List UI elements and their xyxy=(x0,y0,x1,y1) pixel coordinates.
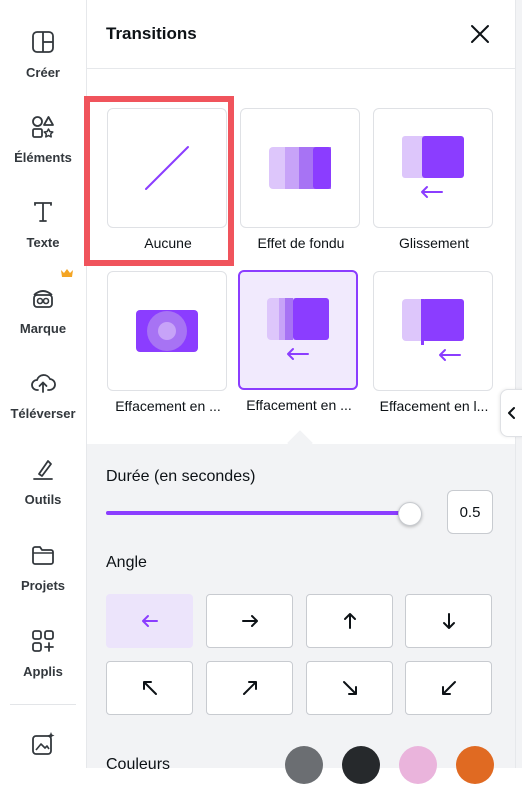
transition-tile-wipe[interactable]: Effacement en ... xyxy=(238,270,358,413)
sidebar-item-label: Téléverser xyxy=(10,406,76,421)
color-swatch[interactable] xyxy=(456,746,494,784)
transition-label: Aucune xyxy=(144,235,192,251)
color-swatch[interactable] xyxy=(342,746,380,784)
angle-down-button[interactable] xyxy=(405,594,492,648)
arrow-up-left-icon xyxy=(142,681,157,695)
sidebar-item-brand[interactable]: Marque xyxy=(0,285,86,355)
angle-down-left-button[interactable] xyxy=(405,661,492,715)
arrow-up-icon xyxy=(343,613,356,629)
sidebar-item-text[interactable]: Texte xyxy=(0,199,86,269)
sidebar-item-label: Éléments xyxy=(14,150,72,165)
transition-thumbnail xyxy=(373,271,493,391)
arrow-up-right-icon xyxy=(242,681,257,695)
angle-up-button[interactable] xyxy=(306,594,393,648)
angle-up-left-button[interactable] xyxy=(106,661,193,715)
chevron-left-icon xyxy=(508,407,515,419)
none-transition-icon xyxy=(145,146,189,190)
transitions-grid: Aucune Effet de fondu Glissement Effacem… xyxy=(84,69,515,444)
arrow-left-icon xyxy=(141,615,158,627)
angle-label: Angle xyxy=(106,554,147,571)
transition-tile-fade[interactable]: Effet de fondu xyxy=(240,108,360,251)
duration-slider-fill[interactable] xyxy=(106,511,409,515)
fade-transition-icon xyxy=(269,147,331,189)
angle-right-button[interactable] xyxy=(206,594,293,648)
color-swatch[interactable] xyxy=(285,746,323,784)
transition-thumbnail xyxy=(240,108,360,228)
sidebar-item-label: Créer xyxy=(26,65,60,80)
transition-thumbnail xyxy=(238,270,358,390)
sidebar-item-label: Projets xyxy=(20,578,66,593)
panel-header: Transitions xyxy=(87,0,515,69)
canvas-edge xyxy=(515,0,522,768)
transition-tile-line-wipe[interactable]: Effacement en l... xyxy=(373,271,493,414)
tools-icon xyxy=(33,460,53,480)
arrow-down-left-icon xyxy=(441,681,456,695)
transition-settings: Durée (en secondes) 0.5 Angle Couleurs xyxy=(87,444,515,784)
arrow-right-icon xyxy=(241,615,258,627)
sidebar-item-create[interactable]: Créer xyxy=(0,29,86,99)
sidebar-item-magic-media[interactable] xyxy=(0,731,86,801)
apps-icon xyxy=(32,630,54,652)
crown-icon xyxy=(61,269,73,277)
text-icon xyxy=(34,202,52,222)
duration-slider-thumb[interactable] xyxy=(397,502,422,526)
transition-tile-circle-wipe[interactable]: Effacement en ... xyxy=(107,271,227,414)
elements-icon xyxy=(32,116,54,138)
sidebar-item-upload[interactable]: Téléverser xyxy=(0,370,86,440)
sidebar-item-label: Applis xyxy=(23,664,63,679)
close-icon[interactable] xyxy=(467,21,493,47)
collapse-panel-button[interactable] xyxy=(500,389,522,437)
transition-label: Effacement en ... xyxy=(246,397,352,413)
slide-transition-icon xyxy=(402,136,464,198)
arrow-down-right-icon xyxy=(342,681,357,695)
sidebar-item-projects[interactable]: Projets xyxy=(0,542,86,612)
transitions-panel: Transitions Aucune Effet de fondu Glisse… xyxy=(84,0,515,784)
sidebar-divider xyxy=(10,704,76,705)
sidebar-item-elements[interactable]: Éléments xyxy=(0,114,86,184)
angle-down-right-button[interactable] xyxy=(306,661,393,715)
sidebar-item-label: Outils xyxy=(24,492,62,507)
duration-input[interactable]: 0.5 xyxy=(447,490,493,534)
angle-up-right-button[interactable] xyxy=(206,661,293,715)
angle-left-button[interactable] xyxy=(106,594,193,648)
panel-title: Transitions xyxy=(106,24,197,43)
left-sidebar: Créer Éléments Texte Marque Téléverser O… xyxy=(0,0,87,768)
transition-label: Effacement en l... xyxy=(379,398,489,414)
brand-icon xyxy=(33,290,53,308)
upload-icon xyxy=(31,374,56,393)
transition-label: Glissement xyxy=(398,235,470,251)
circle-wipe-icon xyxy=(136,310,198,352)
sidebar-item-label: Texte xyxy=(26,235,60,250)
transition-thumbnail xyxy=(107,271,227,391)
transition-tile-none[interactable]: Aucune xyxy=(107,108,227,251)
wipe-transition-icon xyxy=(267,298,329,360)
arrow-down-icon xyxy=(442,613,455,629)
transition-label: Effet de fondu xyxy=(257,235,345,251)
folder-icon xyxy=(32,546,54,565)
transition-thumbnail xyxy=(373,108,493,228)
sidebar-item-apps[interactable]: Applis xyxy=(0,628,86,698)
sidebar-item-label: Marque xyxy=(19,321,67,336)
sidebar-item-tools[interactable]: Outils xyxy=(0,456,86,526)
transition-tile-slide[interactable]: Glissement xyxy=(373,108,493,251)
create-icon xyxy=(32,31,54,53)
transition-label: Effacement en ... xyxy=(115,398,221,414)
transition-thumbnail xyxy=(107,108,227,228)
color-swatch[interactable] xyxy=(399,746,437,784)
colors-label: Couleurs xyxy=(106,756,171,773)
line-wipe-icon xyxy=(402,299,464,361)
duration-label: Durée (en secondes) xyxy=(106,468,256,485)
magic-media-icon xyxy=(32,732,55,755)
